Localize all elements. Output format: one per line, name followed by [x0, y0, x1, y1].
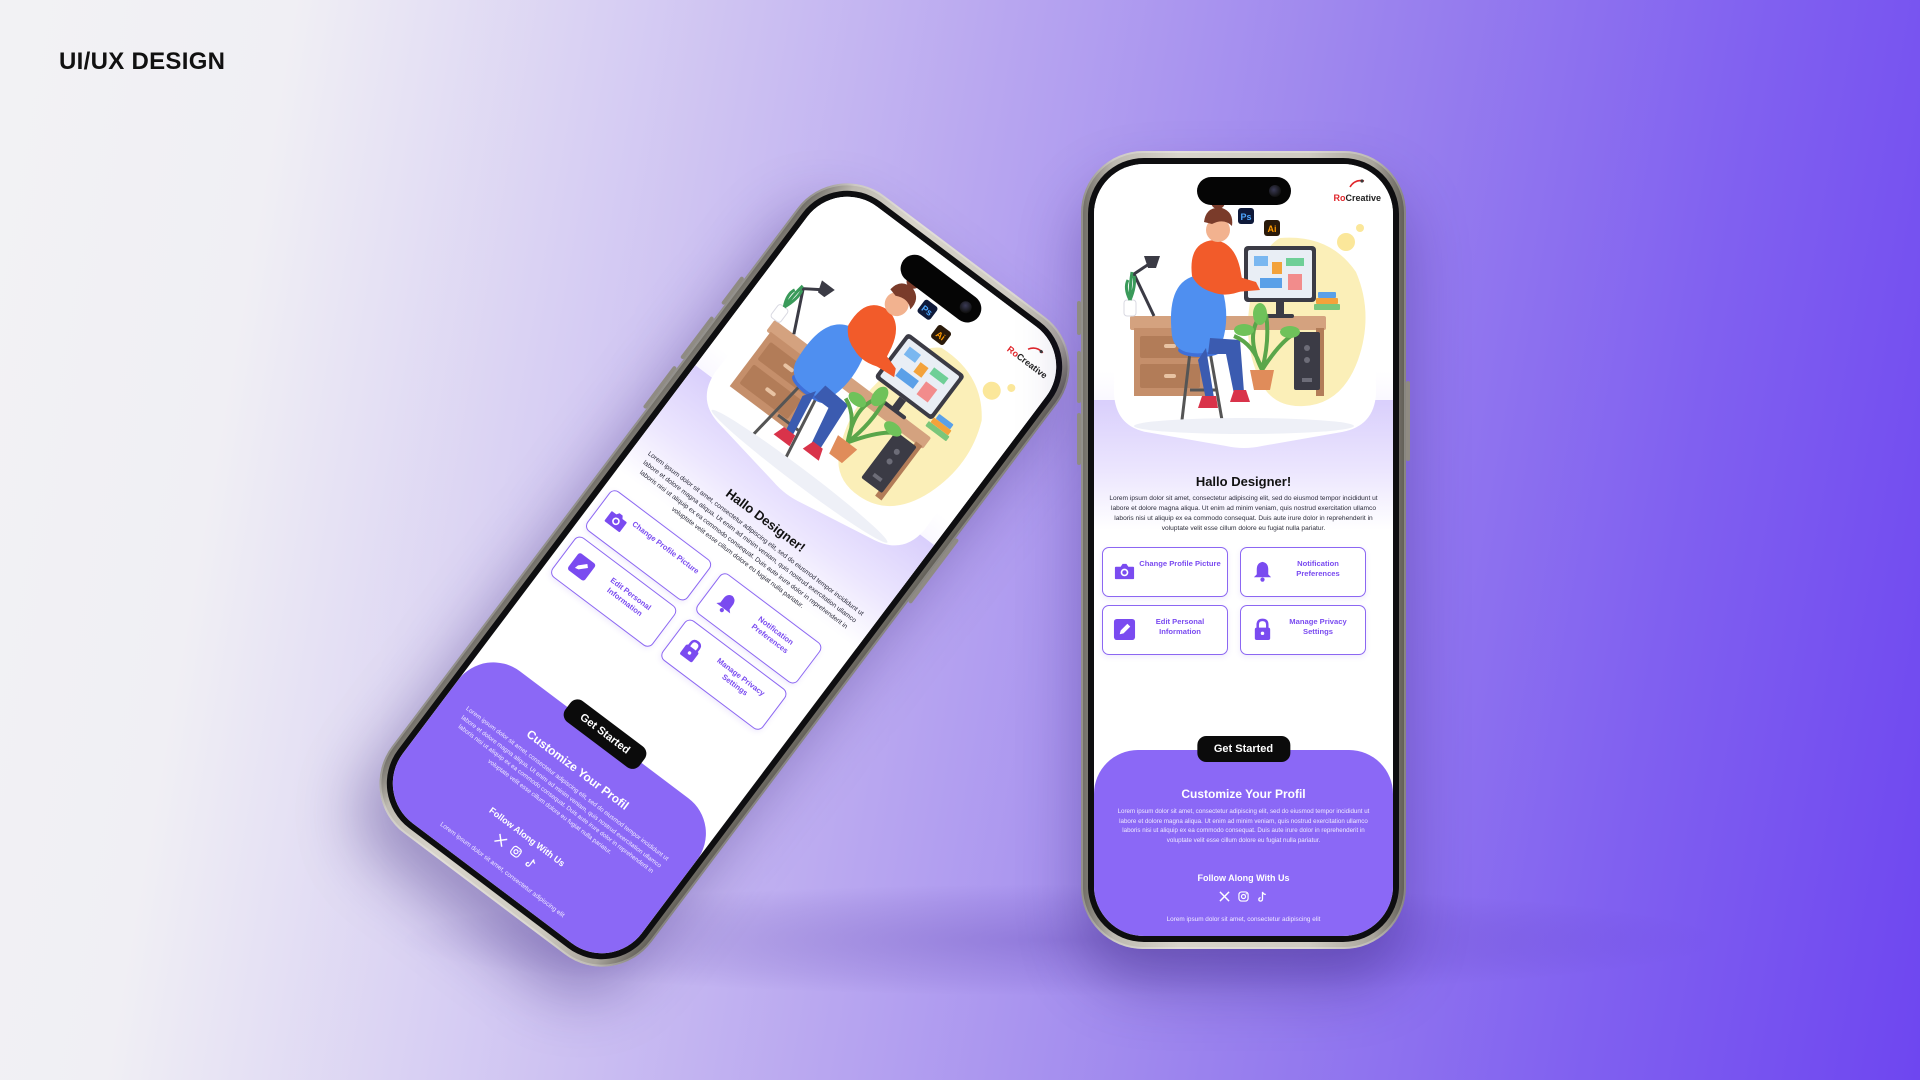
- footer-copyright: Lorem ipsum dolor sit amet, consectetur …: [1166, 916, 1321, 923]
- bell-icon: [1253, 561, 1272, 582]
- get-started-button[interactable]: Get Started: [1196, 736, 1291, 762]
- instagram-icon[interactable]: [1238, 889, 1249, 902]
- app-screen: Ps Ai RoCreative Hallo Designer! Lorem i…: [1094, 164, 1393, 936]
- tiktok-icon[interactable]: [525, 854, 540, 869]
- footer-text: Lorem ipsum dolor sit amet, consectetur …: [1117, 808, 1370, 844]
- camera-icon: [604, 511, 627, 533]
- illustrator-badge: Ai: [1268, 224, 1277, 234]
- notification-preferences-card[interactable]: Notification Preferences: [1240, 547, 1366, 597]
- social-links: [1094, 889, 1393, 902]
- rocreative-logo: RoCreative: [1333, 178, 1381, 206]
- phone-right: Ps Ai RoCreative Hallo Designer! Lorem i…: [1077, 151, 1410, 949]
- logo-mark-icon: [1349, 179, 1365, 188]
- card-label: Edit Personal Information: [1155, 617, 1205, 636]
- card-label: Change Profile Picture: [1139, 559, 1221, 568]
- page-title: UI/UX DESIGN: [59, 48, 226, 75]
- tiktok-icon[interactable]: [1257, 889, 1268, 902]
- lock-icon: [1254, 618, 1271, 641]
- phone-left: Ps Ai RoCreative Hallo Designer! Lorem i…: [354, 158, 1095, 992]
- dynamic-island: [1196, 177, 1291, 205]
- instagram-icon[interactable]: [509, 842, 524, 858]
- x-icon[interactable]: [1219, 889, 1230, 902]
- manage-privacy-settings-card[interactable]: Manage Privacy Settings: [1240, 605, 1366, 655]
- hero-illustration: Ps Ai: [1114, 186, 1376, 448]
- card-label: Notification Preferences: [1296, 559, 1340, 578]
- camera-icon: [1114, 563, 1135, 580]
- x-icon[interactable]: [494, 831, 509, 847]
- greeting-title: Hallo Designer!: [1195, 474, 1292, 489]
- follow-label: Follow Along With Us: [1197, 873, 1290, 883]
- photoshop-badge: Ps: [1240, 212, 1251, 222]
- change-profile-picture-card[interactable]: Change Profile Picture: [1102, 547, 1228, 597]
- profile-footer: Customize Your Profil Lorem ipsum dolor …: [1094, 750, 1393, 936]
- card-label: Manage Privacy Settings: [1289, 617, 1347, 636]
- edit-personal-information-card[interactable]: Edit Personal Information: [1102, 605, 1228, 655]
- intro-text: Lorem ipsum dolor sit amet, consectetur …: [1109, 495, 1378, 532]
- footer-title: Customize Your Profil: [1181, 787, 1306, 801]
- pencil-icon: [1113, 618, 1136, 641]
